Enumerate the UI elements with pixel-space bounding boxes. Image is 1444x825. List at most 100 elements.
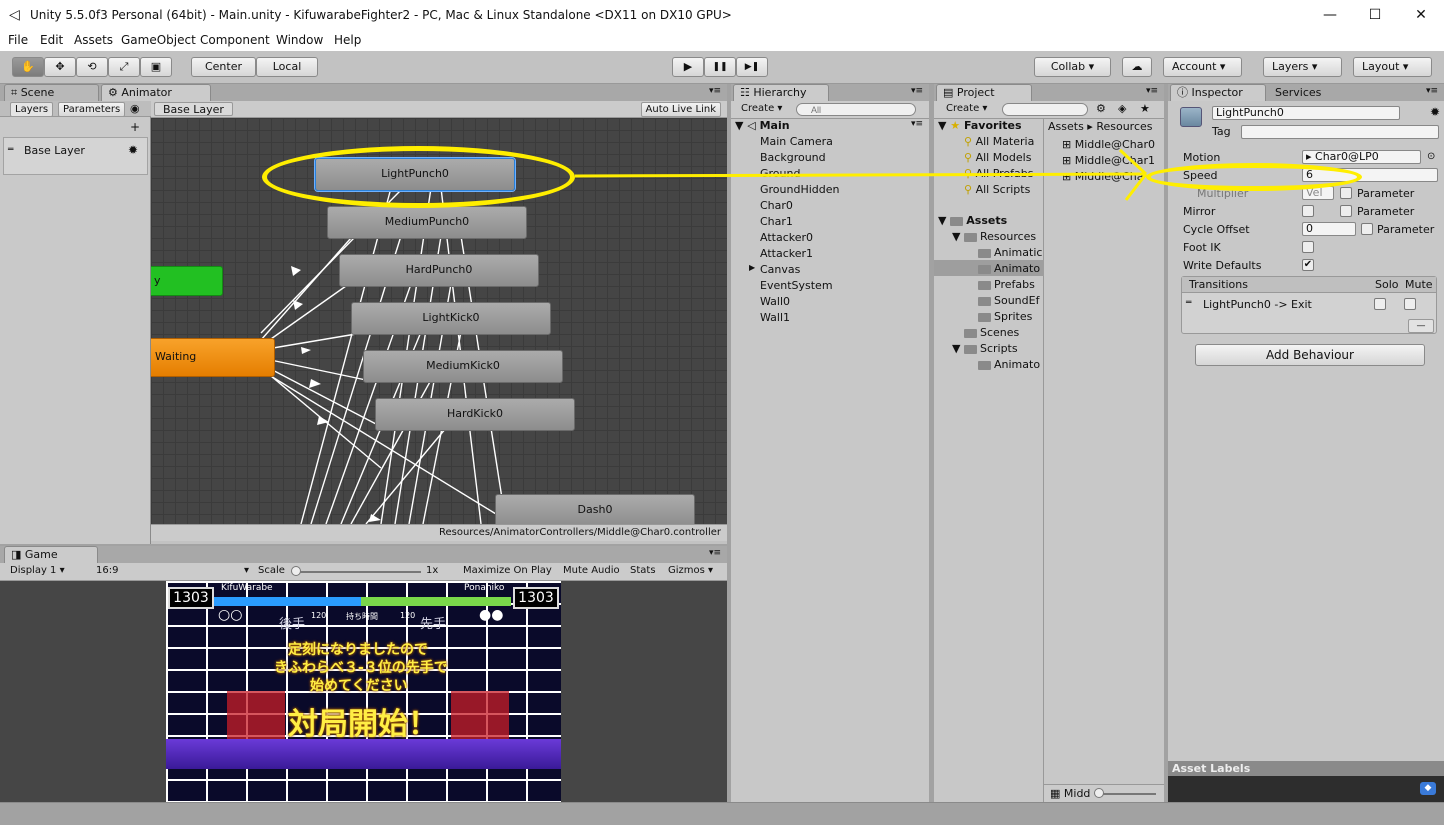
- breadcrumb[interactable]: Base Layer: [154, 102, 233, 116]
- folder-item[interactable]: Animato: [978, 358, 1040, 371]
- hierarchy-item[interactable]: GroundHidden: [760, 183, 840, 196]
- object-picker-icon[interactable]: ⊙: [1427, 151, 1435, 162]
- hierarchy-item[interactable]: Ground: [760, 167, 800, 180]
- mute-checkbox[interactable]: [1404, 298, 1416, 310]
- play-button[interactable]: ▶: [672, 57, 704, 77]
- file-item[interactable]: ⊞ Middle@Char0: [1062, 138, 1155, 151]
- state-mediumkick0[interactable]: MediumKick0: [363, 350, 563, 383]
- menu-file[interactable]: File: [8, 33, 28, 47]
- favorites-node[interactable]: ▼ ★ Favorites: [938, 119, 1022, 132]
- fav-item[interactable]: ⚲ All Materia: [964, 135, 1034, 148]
- folder-item[interactable]: Sprites: [978, 310, 1032, 323]
- menu-help[interactable]: Help: [334, 33, 361, 47]
- display-dropdown[interactable]: Display 1 ▾: [10, 565, 65, 576]
- icon-size-handle[interactable]: [1094, 788, 1104, 798]
- tab-hierarchy[interactable]: ☷ Hierarchy: [733, 84, 829, 101]
- inspector-menu-icon[interactable]: ▾≡: [1426, 86, 1438, 96]
- rect-tool-icon[interactable]: ▣: [140, 57, 172, 77]
- add-layer-button[interactable]: +: [130, 120, 140, 134]
- write-defaults-checkbox[interactable]: ✔: [1302, 259, 1314, 271]
- mirror-checkbox[interactable]: [1302, 205, 1314, 217]
- aspect-dropdown[interactable]: 16:9 ▾: [96, 565, 249, 576]
- hierarchy-item[interactable]: Wall1: [760, 311, 790, 324]
- eye-icon[interactable]: ◉: [130, 102, 140, 115]
- filter-label-icon[interactable]: ◈: [1118, 102, 1126, 115]
- state-dash0[interactable]: Dash0: [495, 494, 695, 524]
- minimize-button[interactable]: —: [1307, 4, 1353, 26]
- step-button[interactable]: ▶❚: [736, 57, 768, 77]
- hierarchy-item[interactable]: EventSystem: [760, 279, 833, 292]
- folder-item-selected[interactable]: Animato: [978, 262, 1040, 275]
- hierarchy-item[interactable]: Canvas: [760, 263, 800, 276]
- hierarchy-item[interactable]: Wall0: [760, 295, 790, 308]
- project-create-dropdown[interactable]: Create ▾: [946, 103, 987, 114]
- hierarchy-item[interactable]: Char1: [760, 215, 793, 228]
- icon-size-slider[interactable]: [1096, 793, 1156, 795]
- project-menu-icon[interactable]: ▾≡: [1146, 86, 1158, 96]
- close-button[interactable]: ✕: [1398, 4, 1444, 26]
- menu-edit[interactable]: Edit: [40, 33, 63, 47]
- fav-item[interactable]: ⚲ All Models: [964, 151, 1031, 164]
- state-mediumpunch0[interactable]: MediumPunch0: [327, 206, 527, 239]
- remove-transition-button[interactable]: —: [1408, 319, 1434, 333]
- panel-menu-icon[interactable]: ▾≡: [709, 86, 721, 96]
- fav-item[interactable]: ⚲ All Scripts: [964, 183, 1030, 196]
- favorite-star-icon[interactable]: ★: [1140, 102, 1150, 115]
- collab-dropdown[interactable]: Collab ▾: [1034, 57, 1111, 77]
- hierarchy-menu-icon[interactable]: ▾≡: [911, 86, 923, 96]
- hand-tool-icon[interactable]: ✋: [12, 57, 44, 77]
- gizmos-dropdown[interactable]: Gizmos ▾: [668, 565, 713, 576]
- solo-checkbox[interactable]: [1374, 298, 1386, 310]
- folder-item[interactable]: Scenes: [964, 326, 1019, 339]
- cycle-param-checkbox[interactable]: [1361, 223, 1373, 235]
- filter-type-icon[interactable]: ⚙: [1096, 102, 1106, 115]
- layer-gear-icon[interactable]: ✹: [128, 143, 138, 157]
- mirror-param-checkbox[interactable]: [1340, 205, 1352, 217]
- tag-field[interactable]: [1241, 125, 1439, 139]
- mute-audio-toggle[interactable]: Mute Audio: [563, 565, 620, 576]
- hierarchy-search-input[interactable]: [796, 103, 916, 116]
- maximize-button[interactable]: ☐: [1352, 4, 1398, 26]
- motion-field[interactable]: ▸ Char0@LP0: [1302, 150, 1421, 164]
- hierarchy-item[interactable]: Char0: [760, 199, 793, 212]
- multiplier-param-checkbox[interactable]: [1340, 187, 1352, 199]
- hierarchy-create-dropdown[interactable]: Create ▾: [741, 103, 782, 114]
- file-item[interactable]: ⊞ Middle@Char1: [1062, 154, 1155, 167]
- parameters-tab[interactable]: Parameters: [58, 102, 126, 117]
- state-hardpunch0[interactable]: HardPunch0: [339, 254, 539, 287]
- game-panel-menu-icon[interactable]: ▾≡: [709, 548, 721, 558]
- menu-assets[interactable]: Assets: [74, 33, 113, 47]
- account-dropdown[interactable]: Account ▾: [1163, 57, 1242, 77]
- folder-item[interactable]: Prefabs: [978, 278, 1035, 291]
- auto-live-link-toggle[interactable]: Auto Live Link: [640, 102, 721, 117]
- folder-item[interactable]: ▼ Scripts: [952, 342, 1018, 355]
- pivot-center-button[interactable]: Center: [191, 57, 256, 77]
- menu-window[interactable]: Window: [276, 33, 323, 47]
- layers-dropdown[interactable]: Layers ▾: [1263, 57, 1342, 77]
- folder-item[interactable]: ▼ Resources: [952, 230, 1036, 243]
- pause-button[interactable]: ❚❚: [704, 57, 736, 77]
- state-hardkick0[interactable]: HardKick0: [375, 398, 575, 431]
- hierarchy-item[interactable]: Attacker0: [760, 231, 813, 244]
- state-name-field[interactable]: LightPunch0: [1212, 106, 1400, 120]
- entry-state[interactable]: y: [151, 266, 223, 296]
- menu-component[interactable]: Component: [200, 33, 270, 47]
- add-behaviour-button[interactable]: Add Behaviour: [1195, 344, 1425, 366]
- drag-handle-icon[interactable]: ═: [1186, 298, 1191, 308]
- drag-handle-icon[interactable]: ═: [8, 145, 13, 155]
- foot-ik-checkbox[interactable]: [1302, 241, 1314, 253]
- base-layer-item[interactable]: ═ Base Layer ✹: [3, 137, 148, 175]
- file-item[interactable]: ⊞ Middle@Cha: [1062, 170, 1143, 183]
- project-search-input[interactable]: [1002, 103, 1088, 116]
- folder-item[interactable]: SoundEf: [978, 294, 1039, 307]
- hierarchy-item[interactable]: Main Camera: [760, 135, 833, 148]
- hierarchy-item[interactable]: Background: [760, 151, 826, 164]
- folder-item[interactable]: Animatic: [978, 246, 1042, 259]
- game-viewport[interactable]: 1303 1303 KifuWarabe Ponahiko ○○ ●● 後手 1…: [0, 581, 727, 803]
- tab-scene[interactable]: ⌗ Scene: [4, 84, 99, 101]
- maximize-on-play-toggle[interactable]: Maximize On Play: [463, 565, 552, 576]
- waiting-state[interactable]: Waiting: [151, 338, 275, 377]
- move-tool-icon[interactable]: ✥: [44, 57, 76, 77]
- tab-inspector[interactable]: ⓘ Inspector: [1170, 84, 1266, 101]
- hierarchy-item[interactable]: Attacker1: [760, 247, 813, 260]
